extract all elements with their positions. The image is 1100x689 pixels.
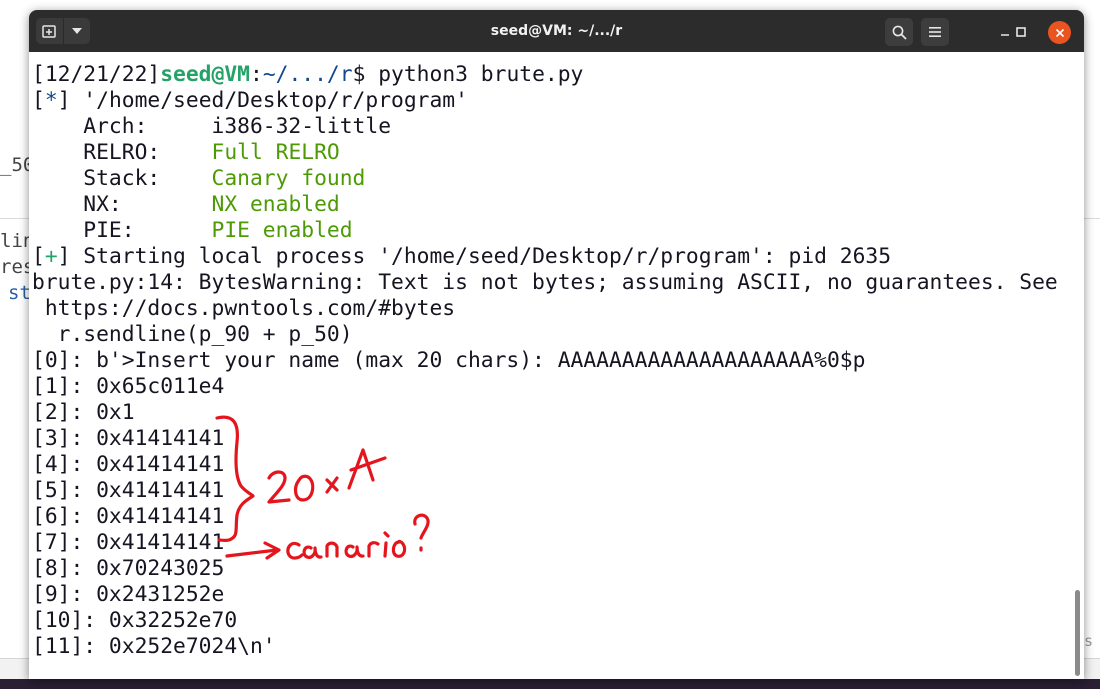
search-button[interactable] (885, 18, 913, 46)
terminal-text-segment: [ (32, 88, 45, 113)
terminal-lines: [12/21/22]seed@VM:~/.../r$ python3 brute… (32, 62, 1058, 660)
title-bar: seed@VM: ~/.../r (29, 10, 1084, 52)
terminal-line: https://docs.pwntools.com/#bytes (32, 296, 1058, 322)
terminal-text-segment: RELRO: (32, 140, 212, 165)
terminal-line: [12/21/22]seed@VM:~/.../r$ python3 brute… (32, 62, 1058, 88)
terminal-output-area[interactable]: [12/21/22]seed@VM:~/.../r$ python3 brute… (29, 52, 1071, 679)
terminal-line: [6]: 0x41414141 (32, 504, 1058, 530)
terminal-line: r.sendline(p_90 + p_50) (32, 322, 1058, 348)
background-text-fragment: s (1084, 632, 1094, 650)
terminal-text-segment: NX: (32, 192, 212, 217)
terminal-window: seed@VM: ~/.../r [12/21/22]seed@VM:~/...… (29, 10, 1084, 679)
terminal-line: [5]: 0x41414141 (32, 478, 1058, 504)
terminal-line: [7]: 0x41414141 (32, 530, 1058, 556)
terminal-text-segment: ~/.../r (262, 62, 353, 87)
terminal-line: [11]: 0x252e7024\n' (32, 634, 1058, 660)
terminal-line: [0]: b'>Insert your name (max 20 chars):… (32, 348, 1058, 374)
terminal-text-segment: r.sendline(p_90 + p_50) (32, 322, 353, 347)
terminal-text-segment: Arch: i386-32-little (32, 114, 392, 139)
maximize-icon (1016, 27, 1026, 37)
terminal-text-segment: ] '/home/seed/Desktop/r/program' (57, 88, 468, 113)
terminal-text-segment: [1]: 0x65c011e4 (32, 374, 225, 399)
terminal-line: [8]: 0x70243025 (32, 556, 1058, 582)
terminal-text-segment: brute.py:14: BytesWarning: Text is not b… (32, 270, 1058, 295)
chevron-down-icon (71, 28, 82, 34)
terminal-text-segment: [8]: 0x70243025 (32, 556, 225, 581)
terminal-text-segment: https://docs.pwntools.com/#bytes (32, 296, 456, 321)
menu-button[interactable] (921, 18, 949, 46)
new-tab-button[interactable] (36, 18, 63, 44)
terminal-text-segment: [3]: 0x41414141 (32, 426, 225, 451)
new-tab-icon (42, 25, 56, 38)
terminal-line: RELRO: Full RELRO (32, 140, 1058, 166)
new-tab-dropdown-button[interactable] (62, 18, 91, 44)
terminal-text-segment: + (44, 244, 58, 269)
terminal-text-segment: [6]: 0x41414141 (32, 504, 225, 529)
terminal-line: [2]: 0x1 (32, 400, 1058, 426)
desktop-strip (0, 679, 1100, 689)
terminal-text-segment: [7]: 0x41414141 (32, 530, 225, 555)
terminal-text-segment: : (249, 62, 263, 87)
terminal-line: [*] '/home/seed/Desktop/r/program' (32, 88, 1058, 114)
close-button[interactable] (1048, 21, 1071, 44)
terminal-text-segment: [4]: 0x41414141 (32, 452, 225, 477)
terminal-text-segment: [9]: 0x2431252e (32, 582, 225, 607)
terminal-line: brute.py:14: BytesWarning: Text is not b… (32, 270, 1058, 296)
terminal-line: Arch: i386-32-little (32, 114, 1058, 140)
scrollbar-thumb[interactable] (1075, 590, 1080, 676)
terminal-text-segment: $ python3 brute.py (352, 62, 584, 87)
terminal-line: NX: NX enabled (32, 192, 1058, 218)
terminal-text-segment: [10]: 0x32252e70 (32, 608, 238, 633)
terminal-text-segment: [5]: 0x41414141 (32, 478, 225, 503)
terminal-text-segment: Stack: (32, 166, 212, 191)
terminal-line: Stack: Canary found (32, 166, 1058, 192)
terminal-text-segment: PIE enabled (211, 218, 353, 243)
terminal-line: PIE: PIE enabled (32, 218, 1058, 244)
terminal-text-segment: [2]: 0x1 (32, 400, 135, 425)
terminal-line: [3]: 0x41414141 (32, 426, 1058, 452)
background-text-fragment: st (8, 282, 31, 304)
terminal-text-segment: [11]: 0x252e7024\n' (32, 634, 276, 659)
terminal-text-segment: NX enabled (211, 192, 340, 217)
terminal-text-segment: seed@VM (160, 62, 250, 87)
search-icon (892, 25, 907, 40)
terminal-line: [1]: 0x65c011e4 (32, 374, 1058, 400)
terminal-text-segment: Full RELRO (211, 140, 340, 165)
new-tab-button-group (36, 18, 90, 44)
close-icon (1055, 28, 1064, 37)
terminal-text-segment: PIE: (32, 218, 212, 243)
terminal-line: [4]: 0x41414141 (32, 452, 1058, 478)
terminal-text-segment: [ (32, 244, 45, 269)
maximize-button[interactable] (1009, 20, 1033, 44)
terminal-text-segment: [12/21/22] (32, 62, 161, 87)
terminal-line: [+] Starting local process '/home/seed/D… (32, 244, 1058, 270)
terminal-line: [9]: 0x2431252e (32, 582, 1058, 608)
terminal-text-segment: Canary found (211, 166, 366, 191)
terminal-line: [10]: 0x32252e70 (32, 608, 1058, 634)
terminal-text-segment: ] Starting local process '/home/seed/Des… (57, 244, 892, 269)
terminal-text-segment: * (44, 88, 58, 113)
hamburger-menu-icon (929, 27, 941, 37)
terminal-text-segment: [0]: b'>Insert your name (max 20 chars):… (32, 348, 866, 373)
terminal-scrollbar[interactable] (1071, 52, 1084, 679)
